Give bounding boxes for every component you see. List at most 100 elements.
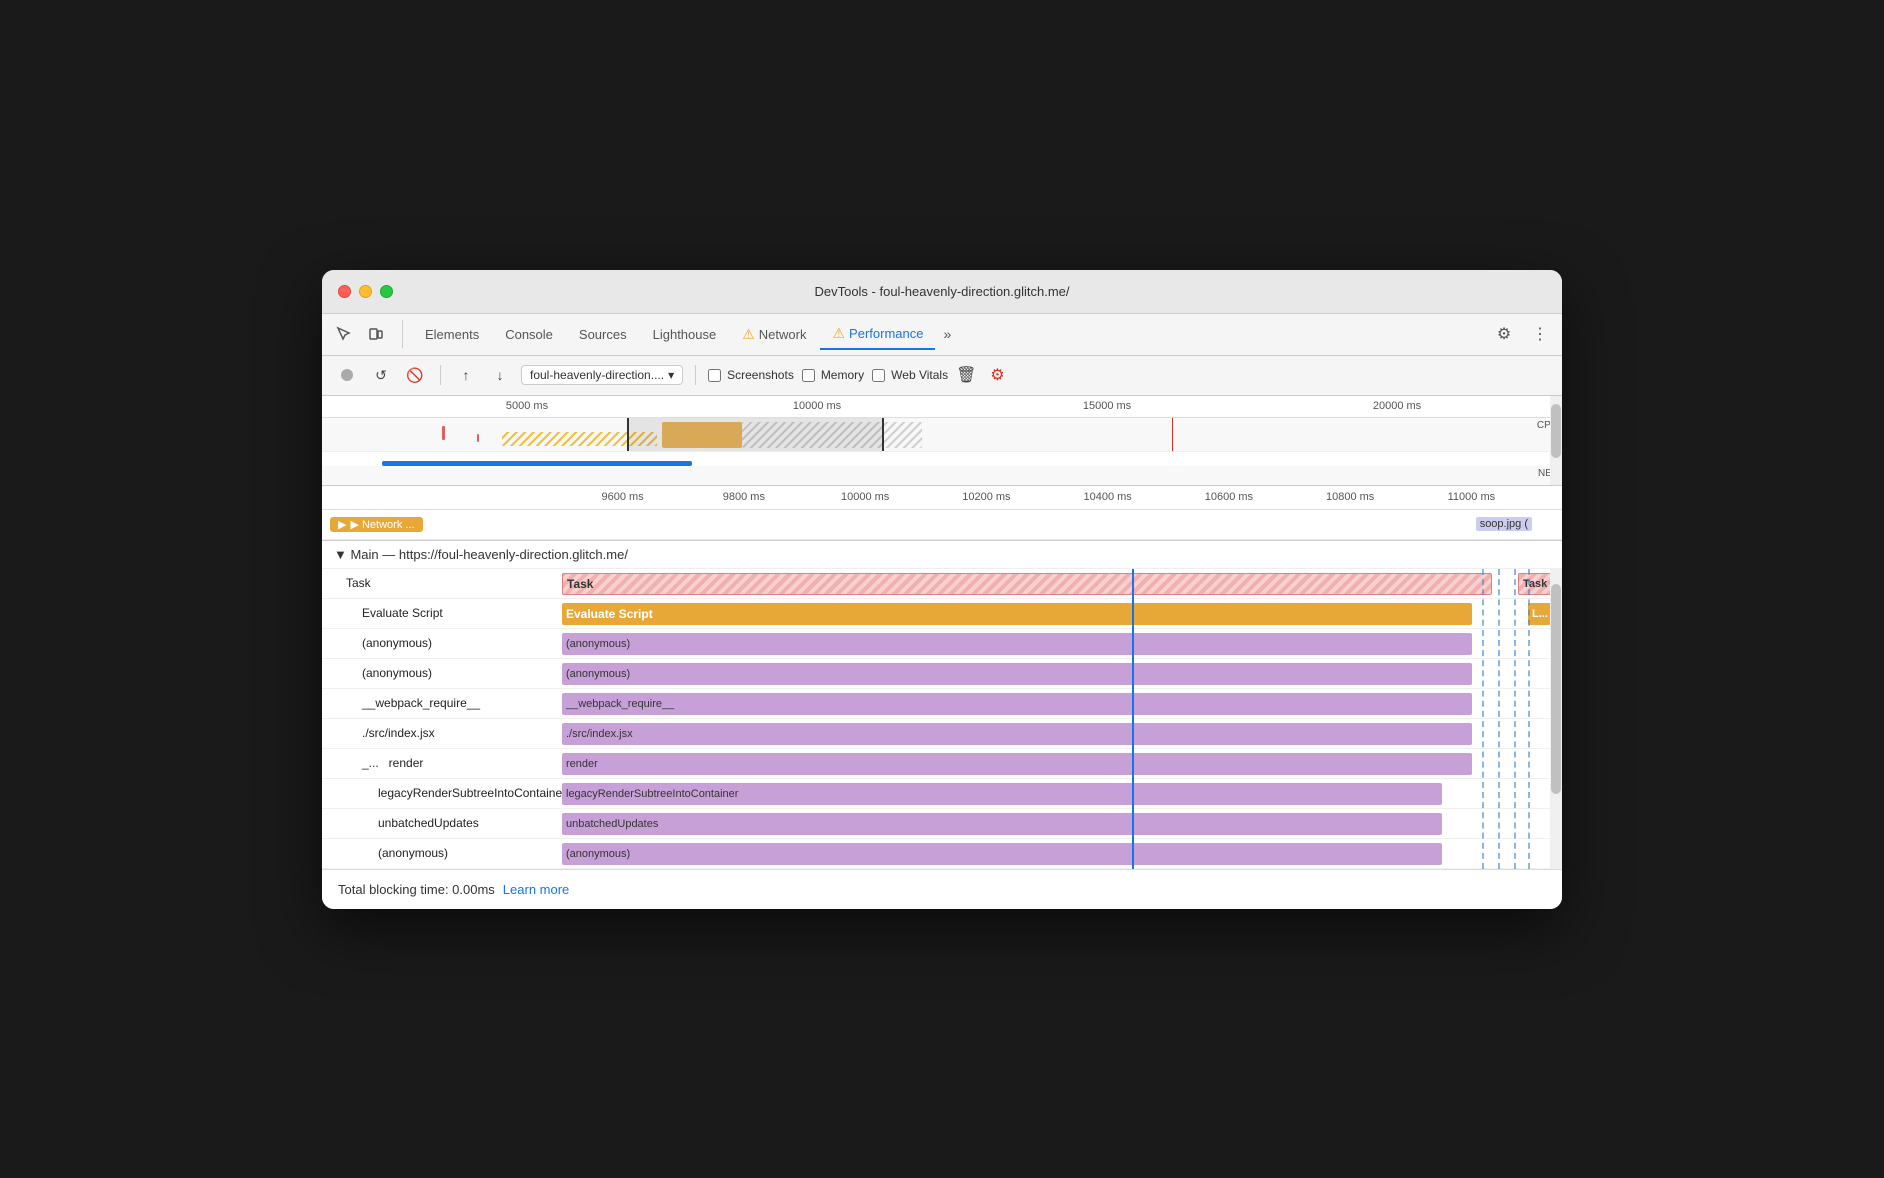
url-selector[interactable]: foul-heavenly-direction.... ▾ xyxy=(521,365,683,385)
main-section-header[interactable]: ▼ Main — https://foul-heavenly-direction… xyxy=(322,541,1562,569)
zoom-10200: 10200 ms xyxy=(926,491,1047,503)
tab-performance[interactable]: ⚠ Performance xyxy=(820,319,935,350)
tab-sources[interactable]: Sources xyxy=(567,321,639,348)
red-marker-line xyxy=(1172,418,1173,451)
unbatched-updates-label: unbatchedUpdates xyxy=(322,816,562,830)
separator2 xyxy=(695,365,696,385)
clear-button[interactable]: 🚫 xyxy=(402,362,428,388)
flame-scrollbar-thumb[interactable] xyxy=(1551,584,1561,794)
flame-scrollbar-track[interactable] xyxy=(1550,569,1562,869)
tab-bar: Elements Console Sources Lighthouse ⚠ Ne… xyxy=(322,314,1562,356)
soop-label: soop.jpg ( xyxy=(1476,517,1532,531)
legacy-render-label: legacyRenderSubtreeIntoContainer xyxy=(322,786,562,800)
render-bar-area: render xyxy=(562,749,1562,778)
capture-settings-button[interactable]: ⚙ xyxy=(984,362,1010,388)
anonymous-row-2[interactable]: (anonymous) (anonymous) xyxy=(322,659,1562,689)
upload-button[interactable]: ↑ xyxy=(453,362,479,388)
minimize-button[interactable] xyxy=(359,285,372,298)
selection-right-edge xyxy=(882,418,884,451)
unbatched-updates-bar: unbatchedUpdates xyxy=(562,813,1442,835)
zoom-9800: 9800 ms xyxy=(683,491,804,503)
anonymous-bar-area-1: (anonymous) xyxy=(562,629,1562,658)
anonymous-bar-2: (anonymous) xyxy=(562,663,1472,685)
maximize-button[interactable] xyxy=(380,285,393,298)
dropdown-arrow-icon: ▾ xyxy=(668,368,674,382)
overview-scrollbar[interactable] xyxy=(1550,396,1562,485)
timeline-tracks: CPU NET xyxy=(322,418,1562,486)
anonymous-bar-1: (anonymous) xyxy=(562,633,1472,655)
devtools-tool-icons xyxy=(330,320,403,348)
anonymous-label-3: (anonymous) xyxy=(322,846,562,860)
tab-network[interactable]: ⚠ Network xyxy=(730,320,818,349)
status-bar: Total blocking time: 0.00ms Learn more xyxy=(322,869,1562,909)
timeline-overview[interactable]: 5000 ms 10000 ms 15000 ms 20000 ms CPU xyxy=(322,396,1562,486)
render-bar: render xyxy=(562,753,1472,775)
render-label: _... render xyxy=(322,756,562,770)
task-bar: Task xyxy=(562,573,1492,595)
ruler-10000: 10000 ms xyxy=(672,400,962,417)
net-track: NET xyxy=(322,466,1562,486)
record-button[interactable] xyxy=(334,362,360,388)
src-index-row[interactable]: ./src/index.jsx ./src/index.jsx xyxy=(322,719,1562,749)
settings-icon[interactable]: ⚙ xyxy=(1490,320,1518,348)
tbt-text: Total blocking time: 0.00ms xyxy=(338,882,495,897)
select-element-icon[interactable] xyxy=(330,320,358,348)
flame-rows: Task Task Task Evaluate Script Evaluate … xyxy=(322,569,1562,869)
task-label: Task xyxy=(322,576,562,590)
more-tabs-button[interactable]: » xyxy=(937,322,957,346)
legacy-render-bar-area: legacyRenderSubtreeIntoContainer xyxy=(562,779,1562,808)
legacy-render-row[interactable]: legacyRenderSubtreeIntoContainer legacyR… xyxy=(322,779,1562,809)
devtools-window: DevTools - foul-heavenly-direction.glitc… xyxy=(322,270,1562,909)
network-warning-icon: ⚠ xyxy=(742,326,755,343)
download-button[interactable]: ↓ xyxy=(487,362,513,388)
anonymous-bar-area-3: (anonymous) xyxy=(562,839,1562,868)
render-row[interactable]: _... render render xyxy=(322,749,1562,779)
cpu-track: CPU xyxy=(322,418,1562,452)
scrollbar-thumb[interactable] xyxy=(1551,404,1561,457)
delete-recording-button[interactable]: 🗑 xyxy=(956,365,976,385)
dashed-line-4 xyxy=(1528,569,1530,869)
dashed-line-3 xyxy=(1514,569,1516,869)
anonymous-row-3[interactable]: (anonymous) (anonymous) xyxy=(322,839,1562,869)
traffic-lights xyxy=(338,285,393,298)
blue-cursor-line xyxy=(1132,569,1134,869)
main-section-title: ▼ Main — https://foul-heavenly-direction… xyxy=(334,547,628,562)
network-bar-row: ▶ ▶ Network ... soop.jpg ( xyxy=(322,510,1562,540)
tab-actions: ⚙ ⋮ xyxy=(1490,320,1554,348)
tab-console[interactable]: Console xyxy=(493,321,565,348)
unbatched-updates-row[interactable]: unbatchedUpdates unbatchedUpdates xyxy=(322,809,1562,839)
evaluate-script-label: Evaluate Script xyxy=(322,606,562,620)
memory-checkbox[interactable]: Memory xyxy=(802,368,864,382)
ruler-5000: 5000 ms xyxy=(382,400,672,417)
zoom-11000: 11000 ms xyxy=(1411,491,1532,503)
performance-toolbar: ↺ 🚫 ↑ ↓ foul-heavenly-direction.... ▾ Sc… xyxy=(322,356,1562,396)
web-vitals-checkbox[interactable]: Web Vitals xyxy=(872,368,948,382)
src-index-bar: ./src/index.jsx xyxy=(562,723,1472,745)
webpack-require-bar-area: __webpack_require__ xyxy=(562,689,1562,718)
performance-warning-icon: ⚠ xyxy=(832,325,845,342)
tab-lighthouse[interactable]: Lighthouse xyxy=(641,321,729,348)
window-title: DevTools - foul-heavenly-direction.glitc… xyxy=(814,284,1069,299)
anonymous-row-1[interactable]: (anonymous) (anonymous) xyxy=(322,629,1562,659)
network-pill: ▶ ▶ Network ... xyxy=(330,517,423,532)
reload-record-button[interactable]: ↺ xyxy=(368,362,394,388)
dashed-line-1 xyxy=(1482,569,1484,869)
learn-more-link[interactable]: Learn more xyxy=(503,882,569,897)
anonymous-label-2: (anonymous) xyxy=(322,666,562,680)
tab-elements[interactable]: Elements xyxy=(413,321,491,348)
webpack-require-label: __webpack_require__ xyxy=(322,696,562,710)
anonymous-bar-3: (anonymous) xyxy=(562,843,1442,865)
webpack-require-row[interactable]: __webpack_require__ __webpack_require__ xyxy=(322,689,1562,719)
task-row[interactable]: Task Task Task xyxy=(322,569,1562,599)
screenshots-checkbox[interactable]: Screenshots xyxy=(708,368,794,382)
network-pill-label: ▶ Network ... xyxy=(350,518,414,531)
evaluate-script-bar-area: Evaluate Script L... xyxy=(562,599,1562,628)
legacy-render-bar: legacyRenderSubtreeIntoContainer xyxy=(562,783,1442,805)
zoom-10600: 10600 ms xyxy=(1168,491,1289,503)
ruler-spacer xyxy=(322,400,382,417)
close-button[interactable] xyxy=(338,285,351,298)
more-options-icon[interactable]: ⋮ xyxy=(1526,320,1554,348)
evaluate-script-row[interactable]: Evaluate Script Evaluate Script L... xyxy=(322,599,1562,629)
device-mode-icon[interactable] xyxy=(362,320,390,348)
src-index-bar-area: ./src/index.jsx xyxy=(562,719,1562,748)
